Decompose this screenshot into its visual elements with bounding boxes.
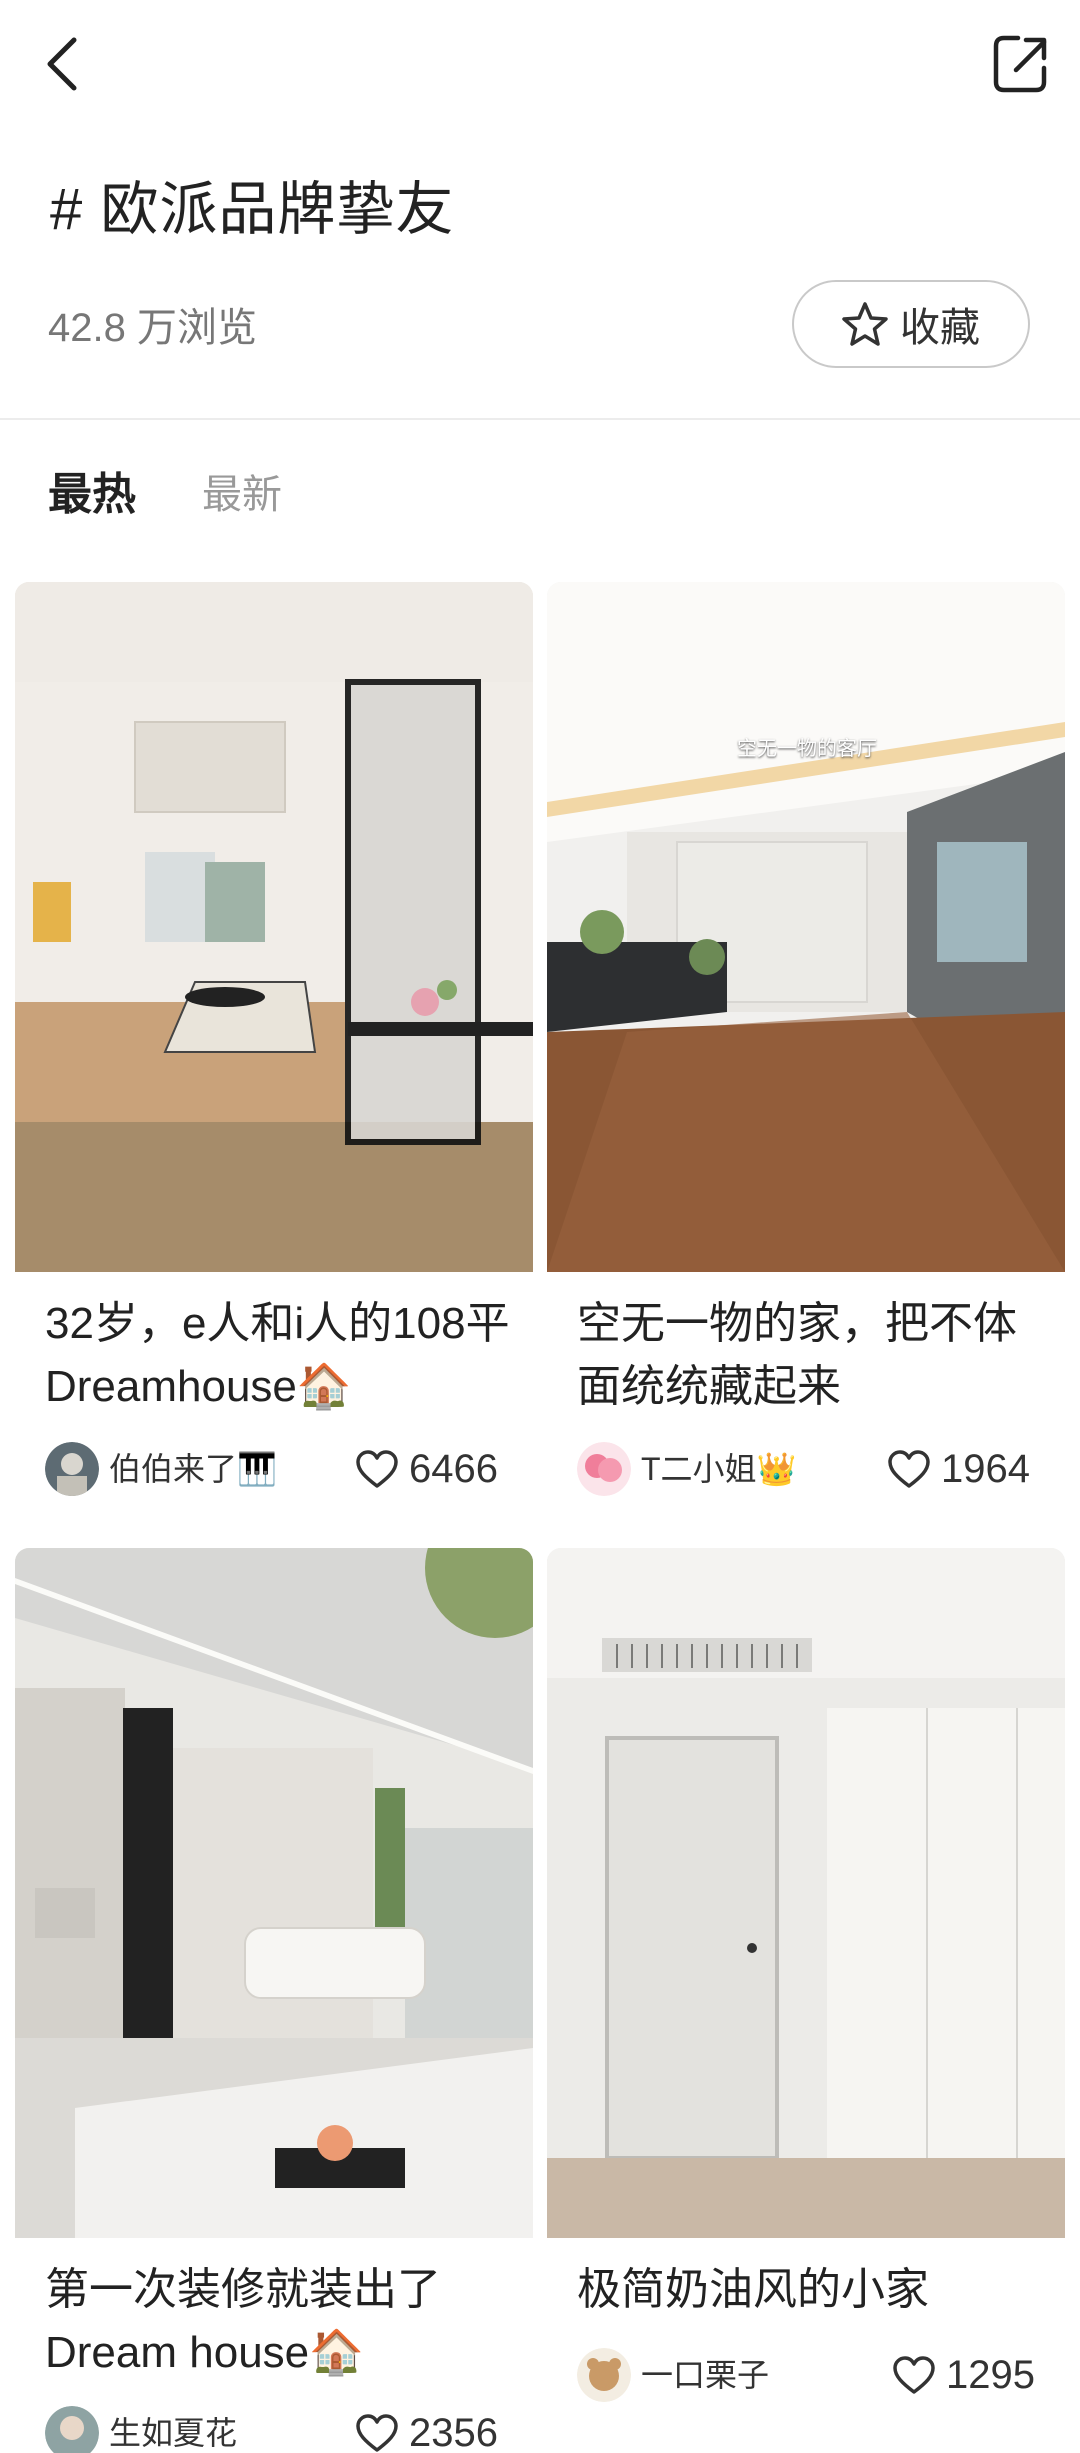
star-outline-icon <box>842 302 888 346</box>
author-avatar <box>45 1442 99 1496</box>
post-card[interactable]: 极简奶油风的小家 一口栗子 1295 <box>547 1548 1065 2453</box>
sort-tabs: 最热 最新 <box>0 420 1080 540</box>
favorite-label: 收藏 <box>900 306 980 350</box>
heart-outline-icon <box>356 1450 398 1488</box>
like-number: 6466 <box>409 1447 498 1491</box>
author-name: T二小姐👑 <box>641 1451 797 1487</box>
like-number: 1964 <box>941 1447 1030 1491</box>
like-count[interactable]: 1964 <box>887 1442 1030 1496</box>
share-out-icon <box>993 35 1047 93</box>
author-name: 生如夏花 <box>109 2415 238 2451</box>
author-avatar <box>45 2406 99 2453</box>
topic-header: # 欧派品牌挚友 42.8 万浏览 收藏 <box>0 130 1080 420</box>
heart-outline-icon <box>356 2414 398 2452</box>
post-card[interactable]: 第一次装修就装出了Dream house🏠 生如夏花 2356 <box>15 1548 533 2453</box>
heart-outline-icon <box>893 2356 935 2394</box>
topic-title: # 欧派品牌挚友 <box>50 177 455 242</box>
post-title: 第一次装修就装出了Dream house🏠 <box>45 2265 441 2377</box>
like-number: 1295 <box>946 2353 1035 2397</box>
view-count: 42.8 万浏览 <box>48 306 257 350</box>
like-count[interactable]: 2356 <box>355 2406 498 2453</box>
image-caption: 空无一物的客厅 <box>737 738 877 760</box>
chevron-left-icon <box>47 37 77 91</box>
post-cover-image <box>547 1548 1065 2238</box>
author-avatar <box>577 2348 631 2402</box>
top-bar <box>0 0 1080 130</box>
post-title: 32岁，e人和i人的108平Dreamhouse🏠 <box>45 1299 510 1411</box>
like-count[interactable]: 1295 <box>892 2348 1035 2402</box>
post-card[interactable]: 空无一物的客厅 空无一物的家，把不体面统统藏起来 T二小姐👑 1964 <box>547 582 1065 1532</box>
post-cover-image <box>15 1548 533 2238</box>
heart-outline-icon <box>888 1450 930 1488</box>
share-button[interactable] <box>990 30 1050 98</box>
favorite-button[interactable]: 收藏 <box>792 280 1030 368</box>
back-button[interactable] <box>36 30 96 98</box>
like-count[interactable]: 6466 <box>355 1442 498 1496</box>
tab-new[interactable]: 最新 <box>202 460 282 530</box>
post-cover-image <box>547 582 1065 1272</box>
author-name: 一口栗子 <box>641 2357 770 2393</box>
post-title: 极简奶油风的小家 <box>577 2265 929 2314</box>
like-number: 2356 <box>409 2411 498 2453</box>
post-card[interactable]: 32岁，e人和i人的108平Dreamhouse🏠 伯伯来了🎹 6466 <box>15 582 533 1532</box>
post-cover-image <box>15 582 533 1272</box>
tab-hot[interactable]: 最热 <box>48 460 136 530</box>
author-name: 伯伯来了🎹 <box>109 1451 277 1487</box>
post-title: 空无一物的家，把不体面统统藏起来 <box>577 1299 1017 1411</box>
author-avatar <box>577 1442 631 1496</box>
